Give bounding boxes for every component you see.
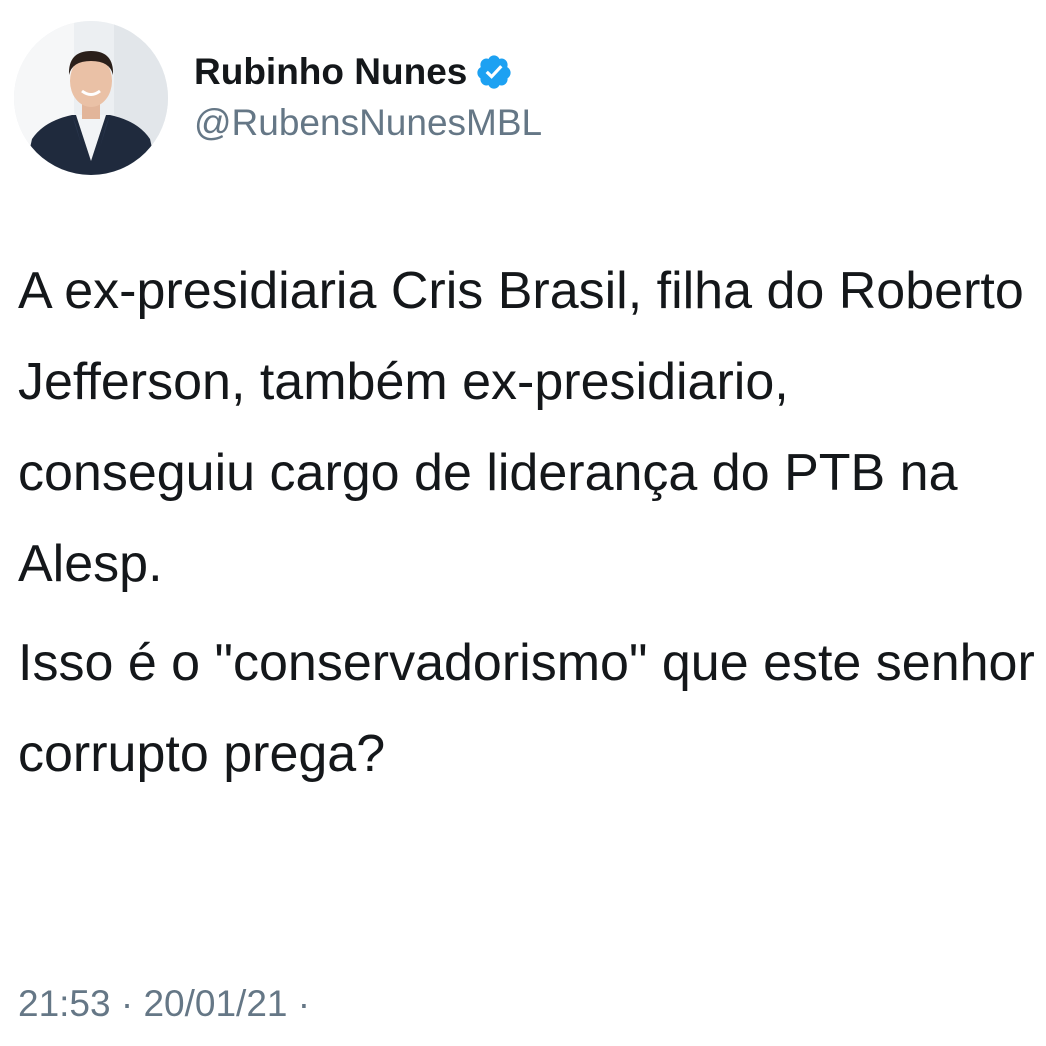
verified-badge-icon: [475, 53, 513, 91]
tweet-body: A ex-presidiaria Cris Brasil, filha do R…: [18, 246, 1038, 800]
tweet-paragraph: Isso é o "conservadorismo" que este senh…: [18, 634, 1035, 783]
tweet-card: Rubinho Nunes @RubensNunesMBL A ex-presi…: [0, 0, 1046, 1046]
name-row: Rubinho Nunes: [194, 50, 542, 94]
avatar[interactable]: [14, 21, 168, 175]
tweet-paragraph: A ex-presidiaria Cris Brasil, filha do R…: [18, 262, 1024, 593]
author-handle[interactable]: @RubensNunesMBL: [194, 100, 542, 146]
author-info: Rubinho Nunes @RubensNunesMBL: [194, 50, 542, 147]
avatar-photo: [14, 21, 168, 175]
display-name[interactable]: Rubinho Nunes: [194, 50, 467, 94]
tweet-timestamp[interactable]: 21:53 · 20/01/21 ·: [18, 982, 310, 1026]
tweet-header: Rubinho Nunes @RubensNunesMBL: [14, 18, 542, 178]
